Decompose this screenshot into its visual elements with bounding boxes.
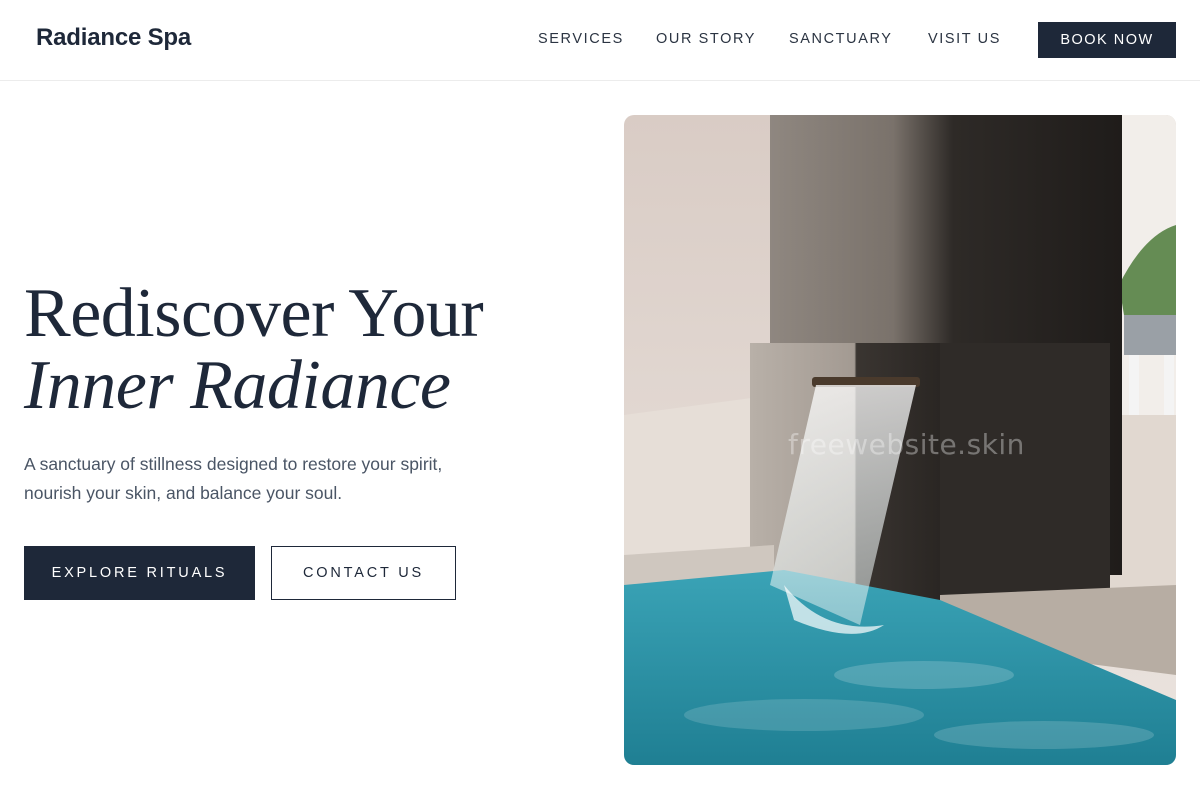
hero-subtitle: A sanctuary of stillness designed to res…: [24, 454, 443, 503]
nav-link-our-story[interactable]: OUR STORY: [656, 31, 756, 47]
hero-title: Rediscover Your Inner Radiance: [24, 275, 484, 424]
site-header: Radiance Spa SERVICES OUR STORY SANCTUAR…: [0, 0, 1200, 81]
watermark-text: freewebsite.skin: [788, 428, 1025, 461]
explore-rituals-button[interactable]: EXPLORE RITUALS: [24, 546, 255, 600]
nav-link-sanctuary[interactable]: SANCTUARY: [789, 31, 893, 47]
hero-title-line2: Inner Radiance: [24, 347, 451, 424]
book-now-button[interactable]: BOOK NOW: [1038, 22, 1176, 58]
main-nav: SERVICES OUR STORY SANCTUARY VISIT US: [0, 31, 1200, 51]
nav-link-visit-us[interactable]: VISIT US: [928, 31, 1001, 47]
contact-us-button[interactable]: CONTACT US: [271, 546, 456, 600]
hero-title-line1: Rediscover Your: [24, 275, 484, 352]
nav-link-services[interactable]: SERVICES: [538, 31, 624, 47]
